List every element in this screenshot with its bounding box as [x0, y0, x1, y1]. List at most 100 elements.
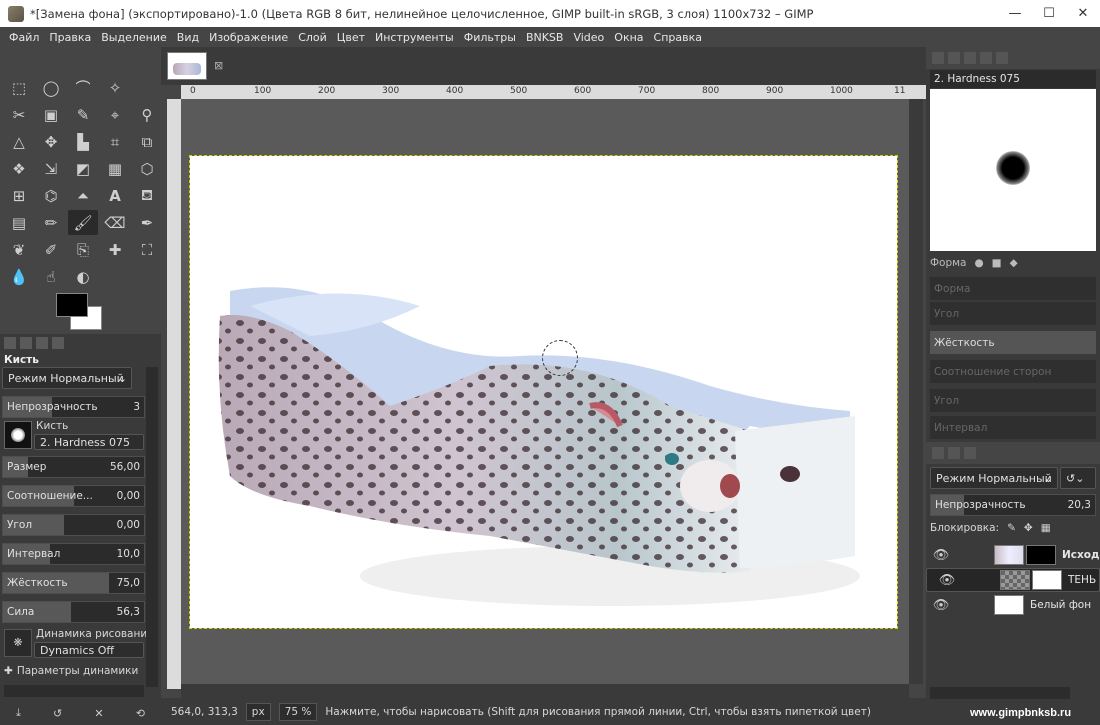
square-shape-icon[interactable]: ■ — [992, 257, 1002, 269]
align-tool-icon[interactable]: ▙ — [68, 129, 98, 154]
airbrush-tool-icon[interactable]: ✒ — [132, 210, 162, 235]
options-hscrollbar[interactable] — [4, 685, 144, 697]
lock-pixels-icon[interactable]: ✎ — [1007, 522, 1016, 534]
layer-row[interactable]: 👁 Белый фон — [926, 593, 1100, 617]
color-picker-tool-icon[interactable]: ⌖ — [100, 102, 130, 127]
layers-tab-icon[interactable] — [932, 447, 944, 459]
patterns-tab-icon[interactable] — [964, 52, 976, 64]
close-button[interactable]: ✕ — [1066, 6, 1100, 21]
dynamics-options-expander[interactable]: ✚ Параметры динамики — [4, 665, 138, 677]
restore-preset-icon[interactable]: ↺ — [53, 707, 62, 720]
menu-edit[interactable]: Правка — [44, 31, 96, 44]
smudge-tool-icon[interactable]: ☝ — [36, 264, 66, 289]
menu-image[interactable]: Изображение — [204, 31, 293, 44]
paint-mode-select[interactable]: Режим Нормальный ⌄ — [2, 367, 132, 389]
channels-tab-icon[interactable] — [948, 447, 960, 459]
rect-select-tool-icon[interactable]: ⬚ — [4, 75, 34, 100]
brush-param-row[interactable]: Угол — [930, 389, 1096, 413]
paths-tab-icon[interactable] — [964, 447, 976, 459]
fg-bg-colors[interactable] — [56, 293, 106, 333]
3d-transform-tool-icon[interactable]: ⬡ — [132, 156, 162, 181]
image-tab-thumbnail[interactable] — [167, 52, 207, 80]
zoom-select[interactable]: 75 % — [278, 702, 318, 721]
brush-param-row[interactable]: Соотношение сторон — [930, 360, 1096, 384]
lock-position-icon[interactable]: ✥ — [1024, 522, 1033, 534]
options-vscrollbar[interactable] — [146, 367, 158, 687]
dodge-burn-tool-icon[interactable]: ◐ — [68, 264, 98, 289]
mypaint-brush-tool-icon[interactable]: ✐ — [36, 237, 66, 262]
brush-name-field[interactable]: 2. Hardness 075 — [34, 434, 144, 450]
crop-tool-icon[interactable]: ⌗ — [100, 129, 130, 154]
pencil-tool-icon[interactable]: ✏ — [36, 210, 66, 235]
save-preset-icon[interactable]: ⤓ — [16, 706, 21, 720]
paths-tool-icon[interactable]: ✎ — [68, 102, 98, 127]
lock-alpha-icon[interactable]: ▦ — [1041, 522, 1051, 534]
perspective-tool-icon[interactable]: ◩ — [68, 156, 98, 181]
device-status-tab-icon[interactable] — [20, 337, 32, 349]
menu-filters[interactable]: Фильтры — [459, 31, 521, 44]
fonts-tab-icon[interactable] — [948, 52, 960, 64]
free-select-tool-icon[interactable]: ⌒ — [68, 75, 98, 100]
paint-dynamics-tab-icon[interactable] — [996, 52, 1008, 64]
brush-param-row[interactable]: Интервал — [930, 416, 1096, 440]
opacity-slider[interactable]: Непрозрачность 3 — [2, 396, 145, 418]
gradient-tool-icon[interactable]: ▤ — [4, 210, 34, 235]
canvas-viewport[interactable] — [181, 99, 909, 684]
force-slider[interactable]: Сила 56,3 — [2, 601, 145, 623]
menu-bnksb[interactable]: BNKSB — [521, 31, 569, 44]
brush-hardness-row[interactable]: Жёсткость — [930, 331, 1096, 355]
menu-video[interactable]: Video — [568, 31, 609, 44]
size-slider[interactable]: Размер 56,00 — [2, 456, 145, 478]
handle-transform-tool-icon[interactable]: ⊞ — [4, 183, 34, 208]
measure-tool-icon[interactable]: △ — [4, 129, 34, 154]
magnify-tool-icon[interactable]: ⚲ — [132, 102, 162, 127]
spacing-slider[interactable]: Интервал 10,0 — [2, 543, 145, 565]
tab-close-icon[interactable]: ⊠ — [214, 59, 223, 72]
ratio-slider[interactable]: Соотношение... 0,00 — [2, 485, 145, 507]
eraser-tool-icon[interactable]: ⌫ — [100, 210, 130, 235]
visibility-eye-icon[interactable]: 👁 — [926, 548, 956, 563]
foreground-color-swatch[interactable] — [56, 293, 88, 317]
menu-select[interactable]: Выделение — [96, 31, 172, 44]
layers-hscrollbar[interactable] — [930, 687, 1070, 699]
clone-tool-icon[interactable]: ⎘ — [68, 237, 98, 262]
layer-row[interactable]: 👁 Исход — [926, 543, 1100, 567]
minimize-button[interactable]: — — [998, 6, 1032, 21]
circle-shape-icon[interactable]: ● — [974, 257, 983, 269]
foreground-select-tool-icon[interactable]: ▣ — [36, 102, 66, 127]
perspective-clone-tool-icon[interactable]: ⛶ — [132, 237, 162, 262]
layer-mode-select[interactable]: Режим Нормальный ⌄ — [930, 467, 1058, 489]
composite-mode-button[interactable]: ↺⌄ — [1060, 467, 1096, 489]
menu-windows[interactable]: Окна — [609, 31, 648, 44]
heal-tool-icon[interactable]: ✚ — [100, 237, 130, 262]
canvas-vscrollbar[interactable] — [909, 99, 923, 684]
brush-preview-button[interactable] — [4, 421, 32, 449]
hardness-slider[interactable]: Жёсткость 75,0 — [2, 572, 145, 594]
blur-tool-icon[interactable]: 💧 — [4, 264, 34, 289]
menu-color[interactable]: Цвет — [332, 31, 370, 44]
ellipse-select-tool-icon[interactable]: ◯ — [36, 75, 66, 100]
warp-transform-tool-icon[interactable]: ⏶ — [68, 183, 98, 208]
visibility-eye-icon[interactable]: 👁 — [926, 598, 956, 613]
reset-icon[interactable]: ⟲ — [136, 707, 145, 720]
diamond-shape-icon[interactable]: ◆ — [1010, 257, 1018, 269]
zoom-tool-icon[interactable] — [132, 75, 162, 100]
menu-view[interactable]: Вид — [172, 31, 204, 44]
maximize-button[interactable]: ☐ — [1032, 6, 1066, 21]
menu-layer[interactable]: Слой — [293, 31, 332, 44]
cage-tool-icon[interactable]: ▦ — [100, 156, 130, 181]
brush-param-row[interactable]: Угол — [930, 302, 1096, 326]
menu-tools[interactable]: Инструменты — [370, 31, 459, 44]
dynamics-field[interactable]: Dynamics Off — [34, 642, 144, 658]
warp-tool-icon[interactable]: ❖ — [4, 156, 34, 181]
fuzzy-select-tool-icon[interactable]: ✧ — [100, 75, 130, 100]
flip-tool-icon[interactable]: ⇲ — [36, 156, 66, 181]
menu-file[interactable]: Файл — [4, 31, 44, 44]
visibility-eye-icon[interactable]: 👁 — [932, 573, 962, 588]
dynamics-icon[interactable]: ❋ — [4, 629, 32, 657]
menu-help[interactable]: Справка — [649, 31, 707, 44]
layer-row-selected[interactable]: 👁 ТЕНЬ — [926, 568, 1100, 592]
bucket-fill-tool-icon[interactable]: ⛾ — [132, 183, 162, 208]
angle-slider[interactable]: Угол 0,00 — [2, 514, 145, 536]
scissors-tool-icon[interactable]: ✂ — [4, 102, 34, 127]
